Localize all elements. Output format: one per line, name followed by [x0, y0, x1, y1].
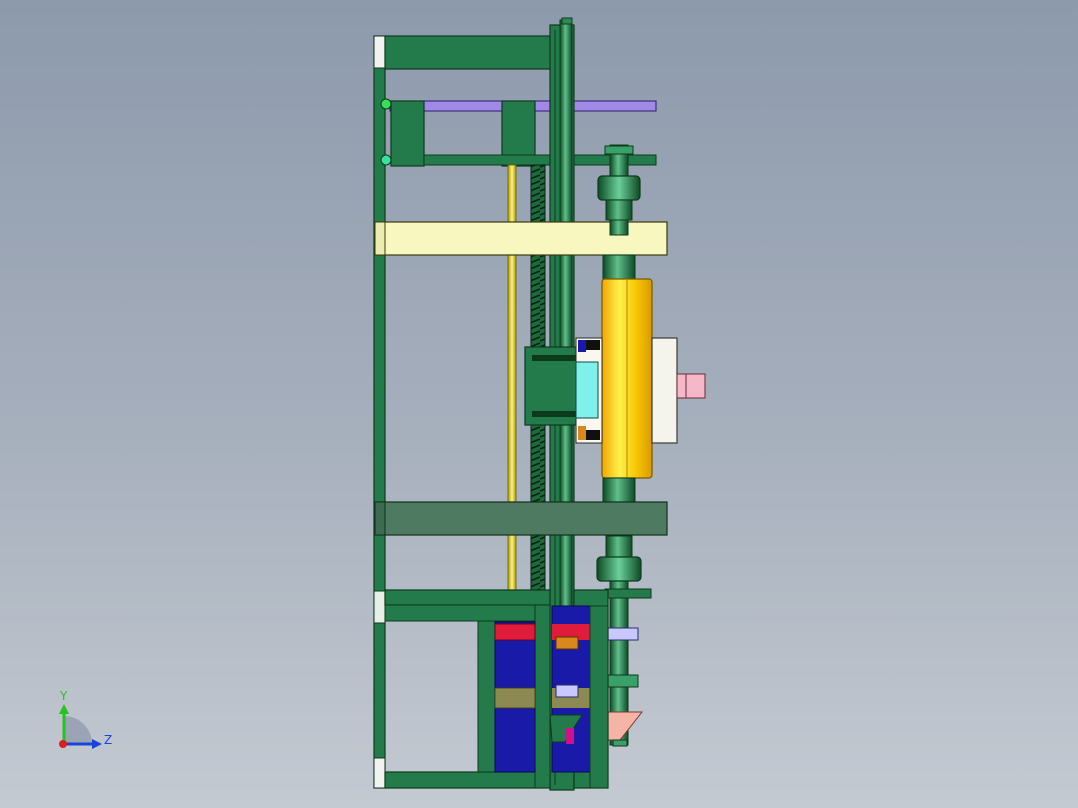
gearbox-bottom-rail[interactable]	[384, 771, 551, 789]
cad-viewport[interactable]: Y Z	[0, 0, 1078, 808]
main-frame[interactable]	[373, 35, 386, 789]
coupling-orange-cap-bottom	[578, 426, 586, 440]
pink-output-shaft[interactable]	[676, 373, 706, 399]
olive-band	[494, 687, 536, 709]
cream-plate-endcap	[374, 221, 386, 256]
bottom-gearbox[interactable]	[384, 589, 609, 789]
dark-green-plate[interactable]	[374, 501, 668, 536]
main-shaft[interactable]	[559, 19, 573, 641]
gear-lilac[interactable]	[555, 684, 579, 698]
gearbox-right-post[interactable]	[534, 604, 551, 789]
cyan-coupling[interactable]	[575, 361, 599, 419]
dark-plate-endcap	[374, 501, 386, 536]
left-upright-light-cap-top	[373, 35, 386, 69]
bottom-nut[interactable]	[612, 739, 628, 747]
drive-motor[interactable]	[651, 337, 706, 444]
left-upright-light-segment	[373, 590, 386, 624]
limit-sensor-lower[interactable]	[380, 154, 392, 166]
top-nut[interactable]	[604, 145, 634, 155]
lower-bracket-arm[interactable]	[604, 588, 652, 599]
lower-bearing-hub[interactable]	[596, 556, 642, 582]
coordinate-triad: Y Z	[59, 689, 112, 749]
triad-origin	[59, 740, 67, 748]
gearbox-top-rail[interactable]	[384, 589, 551, 606]
left-upright[interactable]	[373, 35, 386, 789]
lilac-collar-1[interactable]	[607, 627, 639, 641]
green-collar-2[interactable]	[607, 674, 639, 688]
top-crossbar[interactable]	[384, 35, 554, 70]
limit-sensor-upper[interactable]	[380, 98, 392, 110]
upper-bearing-collar	[605, 199, 633, 221]
gearbox-inner-rail[interactable]	[384, 604, 536, 622]
upper-bearing-hub[interactable]	[597, 175, 641, 201]
coupling-dark-band-top	[586, 340, 600, 350]
gear-orange[interactable]	[555, 636, 579, 650]
coupling-blue-cap-top	[578, 340, 586, 352]
z-axis-arrowhead	[92, 739, 102, 749]
main-shaft-cap	[561, 17, 573, 25]
upper-carriage-left-block[interactable]	[390, 100, 425, 167]
carriage-slot-lower	[532, 411, 576, 417]
gearbox-right-rail[interactable]	[589, 605, 609, 789]
lower-bearing-collar	[605, 535, 633, 559]
y-axis-label: Y	[59, 689, 68, 703]
y-axis-arrowhead	[59, 704, 69, 714]
motor-white-housing[interactable]	[651, 337, 678, 444]
gearbox-inner-post[interactable]	[477, 620, 496, 773]
carriage-slot-upper	[532, 355, 576, 361]
z-axis-label: Z	[104, 733, 112, 747]
magenta-pin	[566, 728, 574, 744]
roller-shaft-lower-stub[interactable]	[602, 477, 636, 504]
left-upright-light-cap-bottom	[373, 757, 386, 789]
roller-shaft-upper-stub[interactable]	[602, 254, 636, 280]
coupling-dark-band-bottom	[586, 430, 600, 440]
red-band	[494, 623, 536, 641]
triad-plane-arc	[64, 716, 92, 744]
